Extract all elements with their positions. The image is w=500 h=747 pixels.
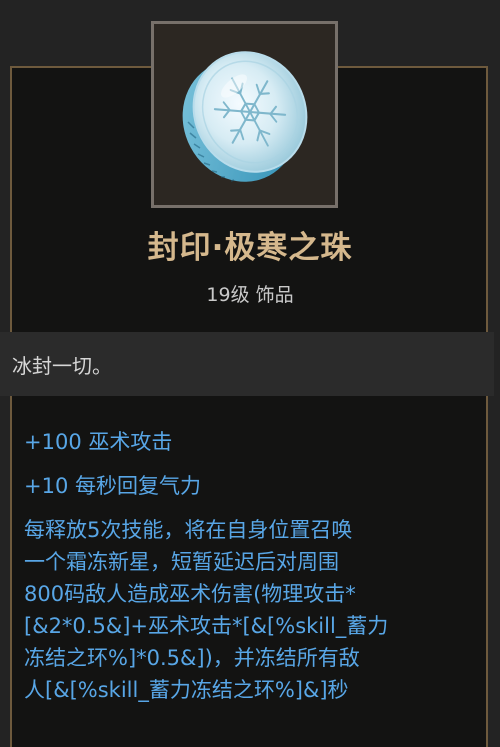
flavor-text-bar: 冰封一切。 [0, 332, 494, 396]
item-stats: +100 巫术攻击 +10 每秒回复气力 每释放5次技能，将在自身位置召唤 一个… [24, 420, 474, 706]
snowflake-coin-icon [182, 51, 308, 182]
item-icon-frame[interactable] [151, 21, 338, 208]
stat-line: +100 巫术攻击 [24, 430, 173, 454]
description-line: 每释放5次技能，将在自身位置召唤 [24, 518, 353, 542]
item-level-type: 19级 饰品 [206, 284, 294, 306]
description-line: [&2*0.5&]+巫术攻击*[&[%skill_蓄力 [24, 614, 389, 638]
description-line: 人[&[%skill_蓄力冻结之环%]&]秒 [24, 678, 349, 702]
stat-line: +10 每秒回复气力 [24, 474, 201, 498]
description-line: 一个霜冻新星，短暂延迟后对周围 [24, 550, 339, 574]
flavor-text: 冰封一切。 [12, 354, 112, 378]
description-line: 冻结之环%]*0.5&])，并冻结所有敌 [24, 646, 360, 670]
effect-description: 每释放5次技能，将在自身位置召唤 一个霜冻新星，短暂延迟后对周围 800码敌人造… [24, 514, 474, 706]
item-name: 封印·极寒之珠 [147, 230, 353, 266]
description-line: 800码敌人造成巫术伤害(物理攻击* [24, 582, 356, 606]
item-tooltip-screen: 封印·极寒之珠 19级 饰品 冰封一切。 +100 巫术攻击 +10 每秒回复气… [0, 0, 500, 747]
